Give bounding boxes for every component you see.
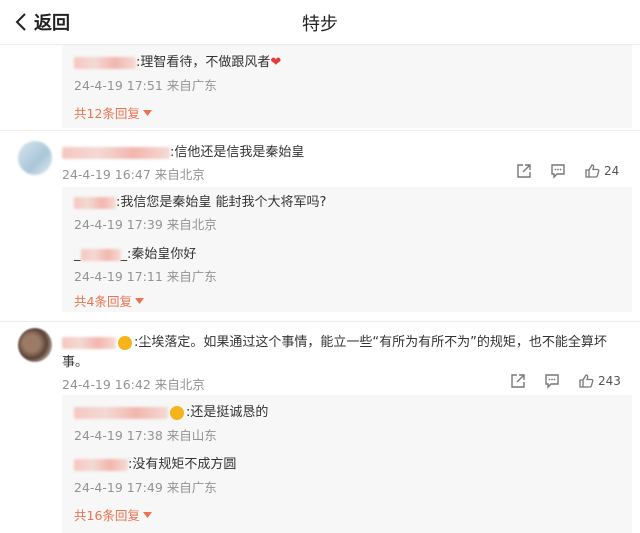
reply-text: :还是挺诚恳的 (186, 405, 269, 420)
like-button[interactable]: 243 (578, 373, 621, 389)
reply-item: :我信您是秦始皇 能封我个大将军吗? (74, 191, 326, 210)
like-count: 243 (598, 374, 621, 388)
page-title: 特步 (302, 14, 338, 35)
share-icon (517, 164, 531, 178)
comment-text-cont: 事。 (62, 355, 89, 370)
avatar[interactable] (18, 328, 52, 362)
view-more-replies[interactable]: 共16条回复 (74, 505, 152, 524)
reply-text: _:秦始皇你好 (120, 247, 197, 262)
more-label: 共12条回复 (74, 106, 140, 121)
reply-meta: 24-4-19 17:11 来自广东 (74, 269, 217, 284)
blurred-username[interactable] (62, 336, 116, 349)
comment-text: :信他还是信我是秦始皇 (62, 141, 304, 160)
comment-meta: 24-4-19 16:47 来自北京 (62, 167, 205, 182)
reply-text: :没有规矩不成方圆 (128, 457, 237, 472)
share-button[interactable] (510, 373, 526, 389)
top-bar: 返回 特步 (0, 0, 640, 45)
reply-item: :理智看待，不做跟风者❤ (74, 51, 281, 70)
avatar[interactable] (18, 141, 52, 175)
chevron-down-icon (142, 109, 152, 116)
comment-icon (545, 374, 559, 389)
comment-meta: 24-4-19 16:42 来自北京 (62, 377, 205, 392)
comment-actions: 24 (516, 163, 619, 179)
comment-button[interactable] (544, 373, 560, 389)
reply-block: :我信您是秦始皇 能封我个大将军吗? 24-4-19 17:39 来自北京 _ _… (62, 187, 632, 312)
comment-button[interactable] (550, 163, 566, 179)
more-label: 共4条回复 (74, 294, 132, 309)
blurred-username[interactable] (74, 406, 168, 419)
like-button[interactable]: 24 (584, 163, 619, 179)
emoji-icon (118, 335, 132, 350)
blurred-username[interactable] (62, 146, 170, 159)
share-button[interactable] (516, 163, 532, 179)
blurred-username[interactable] (74, 56, 136, 69)
view-more-replies[interactable]: 共12条回复 (74, 103, 152, 122)
reply-meta: 24-4-19 17:38 来自山东 (74, 428, 217, 443)
comment-text: :尘埃落定。如果通过这个事情，能立一些“有所为有所不为”的规矩，也不能全算坏 (62, 331, 607, 350)
more-label: 共16条回复 (74, 508, 140, 523)
reply-meta: 24-4-19 17:39 来自北京 (74, 217, 217, 232)
view-more-replies[interactable]: 共4条回复 (74, 291, 144, 310)
chevron-down-icon (134, 297, 144, 304)
comment-body: :尘埃落定。如果通过这个事情，能立一些“有所为有所不为”的规矩，也不能全算坏 (134, 335, 607, 350)
blurred-username[interactable] (74, 458, 128, 471)
reply-meta: 24-4-19 17:49 来自广东 (74, 480, 217, 495)
reply-prefix: _ (74, 247, 81, 262)
blurred-username[interactable] (80, 248, 121, 261)
comment-actions: 243 (510, 373, 621, 389)
reply-block: :还是挺诚恳的 24-4-19 17:38 来自山东 :没有规矩不成方圆 24-… (62, 395, 632, 533)
reply-item: _ _:秦始皇你好 (74, 243, 196, 262)
divider (0, 321, 640, 322)
reply-text: :我信您是秦始皇 能封我个大将军吗? (116, 195, 327, 210)
comment-icon (551, 164, 565, 179)
reply-item: :还是挺诚恳的 (74, 401, 268, 420)
divider (0, 130, 640, 131)
share-icon (511, 374, 525, 388)
blurred-username[interactable] (74, 196, 116, 209)
like-count: 24 (604, 164, 620, 178)
reply-meta: 24-4-19 17:51 来自广东 (74, 78, 217, 93)
heart-emoji-icon: ❤ (270, 55, 282, 70)
reply-item: :没有规矩不成方圆 (74, 453, 236, 472)
comment-body: :信他还是信我是秦始皇 (170, 145, 305, 160)
reply-block: :理智看待，不做跟风者❤ 24-4-19 17:51 来自广东 共12条回复 (62, 45, 632, 128)
emoji-icon (170, 405, 184, 420)
chevron-down-icon (142, 511, 152, 518)
like-icon (585, 164, 600, 178)
reply-text: :理智看待，不做跟风者 (136, 55, 271, 70)
like-icon (579, 374, 594, 388)
